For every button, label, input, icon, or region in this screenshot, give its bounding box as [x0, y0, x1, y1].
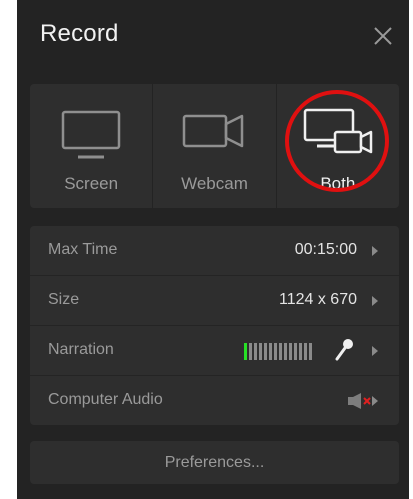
settings-list: Max Time 00:15:00 Size 1124 x 670 Narrat…: [30, 226, 399, 425]
level-meter-bar: [304, 343, 307, 360]
level-meter-bar: [259, 343, 262, 360]
level-meter-bar: [269, 343, 272, 360]
microphone-icon: [335, 339, 353, 361]
chevron-right-icon: [372, 296, 378, 306]
level-meter-bar: [289, 343, 292, 360]
level-meter-bar: [309, 343, 312, 360]
window-header: Record: [17, 0, 409, 72]
mode-webcam-button[interactable]: Webcam: [153, 84, 277, 208]
max-time-label: Max Time: [48, 241, 118, 258]
size-label: Size: [48, 291, 80, 308]
close-button[interactable]: [371, 24, 395, 48]
preferences-button[interactable]: Preferences...: [30, 441, 399, 484]
max-time-row[interactable]: Max Time 00:15:00: [30, 226, 399, 276]
narration-label: Narration: [48, 341, 114, 358]
size-value: 1124 x 670: [279, 291, 357, 308]
record-mode-selector: Screen Webcam Both: [30, 84, 399, 208]
mode-both-label: Both: [320, 174, 356, 193]
level-meter-bar: [254, 343, 257, 360]
mode-screen-button[interactable]: Screen: [30, 84, 154, 208]
window-title: Record: [40, 20, 119, 47]
level-meter-bar: [249, 343, 252, 360]
level-meter-bar: [274, 343, 277, 360]
computer-audio-row[interactable]: Computer Audio: [30, 376, 399, 425]
mode-both-button[interactable]: Both: [277, 84, 399, 208]
chevron-right-icon: [372, 396, 378, 406]
chevron-right-icon: [372, 246, 378, 256]
narration-level-meter: [244, 343, 312, 360]
level-meter-bar: [299, 343, 302, 360]
monitor-icon: [61, 110, 121, 159]
level-meter-bar: [244, 343, 247, 360]
close-icon: [374, 27, 392, 45]
level-meter-bar: [294, 343, 297, 360]
narration-row[interactable]: Narration: [30, 326, 399, 376]
webcam-icon: [183, 114, 244, 148]
computer-audio-label: Computer Audio: [48, 391, 163, 408]
level-meter-bar: [279, 343, 282, 360]
record-window: Record Screen Webcam Both Max Time 00:15…: [17, 0, 409, 499]
max-time-value: 00:15:00: [294, 241, 357, 258]
mode-screen-label: Screen: [64, 174, 119, 193]
speaker-muted-icon: [348, 393, 371, 409]
size-row[interactable]: Size 1124 x 670: [30, 276, 399, 326]
level-meter-bar: [284, 343, 287, 360]
level-meter-bar: [264, 343, 267, 360]
mode-webcam-label: Webcam: [181, 174, 248, 193]
chevron-right-icon: [372, 346, 378, 356]
screen-and-webcam-icon: [303, 108, 373, 154]
